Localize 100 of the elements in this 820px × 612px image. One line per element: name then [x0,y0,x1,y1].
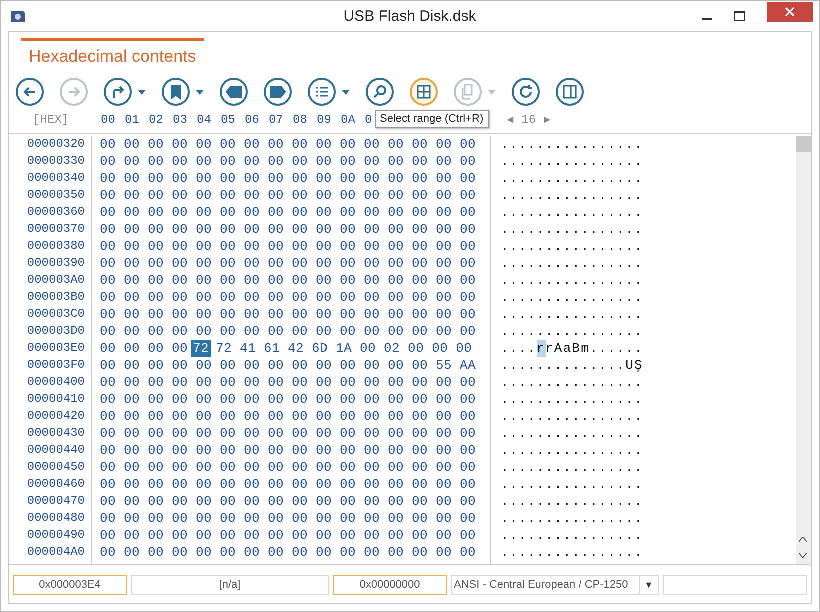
offset-cell-text: 00000470 [26,493,86,510]
text-chars: ................ [501,510,644,527]
offset-cell-text: 00000390 [26,255,86,272]
offset-cell-text: 000003A0 [26,272,86,289]
text-chars: ................ [501,527,644,544]
offset-cell-text: 00000330 [26,153,86,170]
offset-cell-text: 00000450 [26,459,86,476]
text-chars: ................ [501,544,644,561]
offset-cell-text: 000003C0 [26,306,86,323]
column-header: 07 [269,113,284,127]
decrease-width-arrow[interactable]: ◀ [507,113,514,127]
offset-cell-text: 00000380 [26,238,86,255]
offset-cell-text: 00000400 [26,374,86,391]
hex-bytes: 00 00 00 00 00 00 00 00 00 00 00 00 00 00 00 00 [100,221,476,238]
encoding-dropdown[interactable]: ANSI - Central European / CP-1250 ▼ [451,575,659,595]
text-chars: ................ [501,408,644,425]
offset-cell-text: 00000420 [26,408,86,425]
hex-bytes: 00 00 00 00 00 00 00 00 00 00 00 00 00 00 00 00 [100,510,476,527]
grid-icon [416,84,432,100]
app-icon [9,8,27,24]
offset-cell-text: 00000360 [26,204,86,221]
hex-bytes: 00 00 00 00 00 00 00 00 00 00 00 00 00 00 00 00 [100,238,476,255]
text-chars: ................ [501,153,644,170]
scrollbar-thumb[interactable] [796,136,811,152]
hex-bytes: 00 00 00 00 00 00 00 00 00 00 00 00 00 00 55 AA [100,357,476,374]
list-button[interactable] [308,78,336,106]
hex-bytes: 00 00 00 00 00 00 00 00 00 00 00 00 00 00 00 00 [100,459,476,476]
caret-icon[interactable] [342,90,350,94]
select-range-button[interactable] [410,78,438,106]
next-bookmark-button[interactable] [264,78,292,106]
hex-bytes: 72 41 61 42 6D 1A 00 02 00 00 00 [216,340,472,357]
hex-bytes: 00 00 00 00 00 00 00 00 00 00 00 00 00 00 00 00 [100,374,476,391]
column-label: [HEX] [33,113,70,127]
text-chars: ................ [501,476,644,493]
hex-bytes: 00 00 00 00 00 00 00 00 00 00 00 00 00 00 00 00 [100,493,476,510]
hex-bytes: 00 00 00 00 00 00 00 00 00 00 00 00 00 00 00 00 [100,153,476,170]
left-tag-icon [226,84,242,100]
panel-icon [562,84,578,100]
close-button[interactable] [767,2,813,22]
scroll-down-icon[interactable] [799,553,807,558]
caret-icon[interactable] [196,90,204,94]
offset-cell-text: 00000440 [26,442,86,459]
hex-bytes: 00 00 00 00 00 00 00 00 00 00 00 00 00 00 00 00 [100,544,476,561]
hex-bytes: 00 00 00 00 00 00 00 00 00 00 00 00 00 00 00 00 [100,442,476,459]
hex-bytes: 00 00 00 00 00 00 00 00 00 00 00 00 00 00 00 00 [100,306,476,323]
refresh-button[interactable] [512,78,540,106]
tab[interactable]: Hexadecimal contents [21,38,204,69]
offset-cell-text: 00000430 [26,425,86,442]
text-chars: ................ [501,442,644,459]
text-chars: ................ [501,272,644,289]
right-tag-icon [270,84,286,100]
column-header: 05 [221,113,236,127]
hex-bytes: 00 00 00 00 00 00 00 00 00 00 00 00 00 00 00 00 [100,136,476,153]
refresh-icon [518,84,534,100]
increase-width-arrow[interactable]: ▶ [544,113,551,127]
scrollbar[interactable] [796,136,811,564]
prev-bookmark-button[interactable] [220,78,248,106]
hex-bytes: 00 00 00 00 [100,340,188,357]
hex-bytes: 00 00 00 00 00 00 00 00 00 00 00 00 00 00 00 00 [100,391,476,408]
hex-bytes: 00 00 00 00 00 00 00 00 00 00 00 00 00 00 00 00 [100,204,476,221]
text-chars: ................ [501,323,644,340]
back-button[interactable] [16,78,44,106]
offset-cell-text: 000003F0 [26,357,86,374]
column-header: 00 [101,113,116,127]
width-value: 16 [522,113,536,127]
offset-cell-text: 000003B0 [26,289,86,306]
offset-cell-text: 000003D0 [26,323,86,340]
offset-cell-text: 000003E0 [26,340,86,357]
offset-cell-text: 000004A0 [26,544,86,561]
goto-button[interactable] [104,78,132,106]
scroll-up-icon[interactable] [799,537,807,542]
text-chars: ................ [501,238,644,255]
text-chars: ................ [501,391,644,408]
offset-cell-text: 00000350 [26,187,86,204]
column-header: 08 [293,113,308,127]
text-chars: ................ [501,289,644,306]
selected-byte[interactable]: 72 [191,340,212,357]
bookmark-icon [168,84,184,100]
offset-cell-text: 00000490 [26,527,86,544]
column-header: 03 [173,113,188,127]
text-chars: ................ [501,374,644,391]
find-button[interactable] [366,78,394,106]
search-icon [372,84,388,100]
panel-button[interactable] [556,78,584,106]
column-header: 0A [341,113,356,127]
caret-icon[interactable] [138,90,146,94]
hex-bytes: 00 00 00 00 00 00 00 00 00 00 00 00 00 00 00 00 [100,170,476,187]
offset-cell-text: 00000480 [26,510,86,527]
selected-char: r [536,340,546,357]
column-header: 02 [149,113,164,127]
text-chars: ................ [501,425,644,442]
tooltip: Select range (Ctrl+R) [375,110,489,128]
maximize-icon[interactable] [734,11,745,21]
close-icon [785,7,795,17]
window-title: USB Flash Disk.dsk [344,8,476,24]
text-chars: ................ [501,306,644,323]
text-chars: rAaBm...... [546,340,644,357]
bookmark-button[interactable] [162,78,190,106]
value-field: [n/a] [131,575,329,595]
column-header: 06 [245,113,260,127]
